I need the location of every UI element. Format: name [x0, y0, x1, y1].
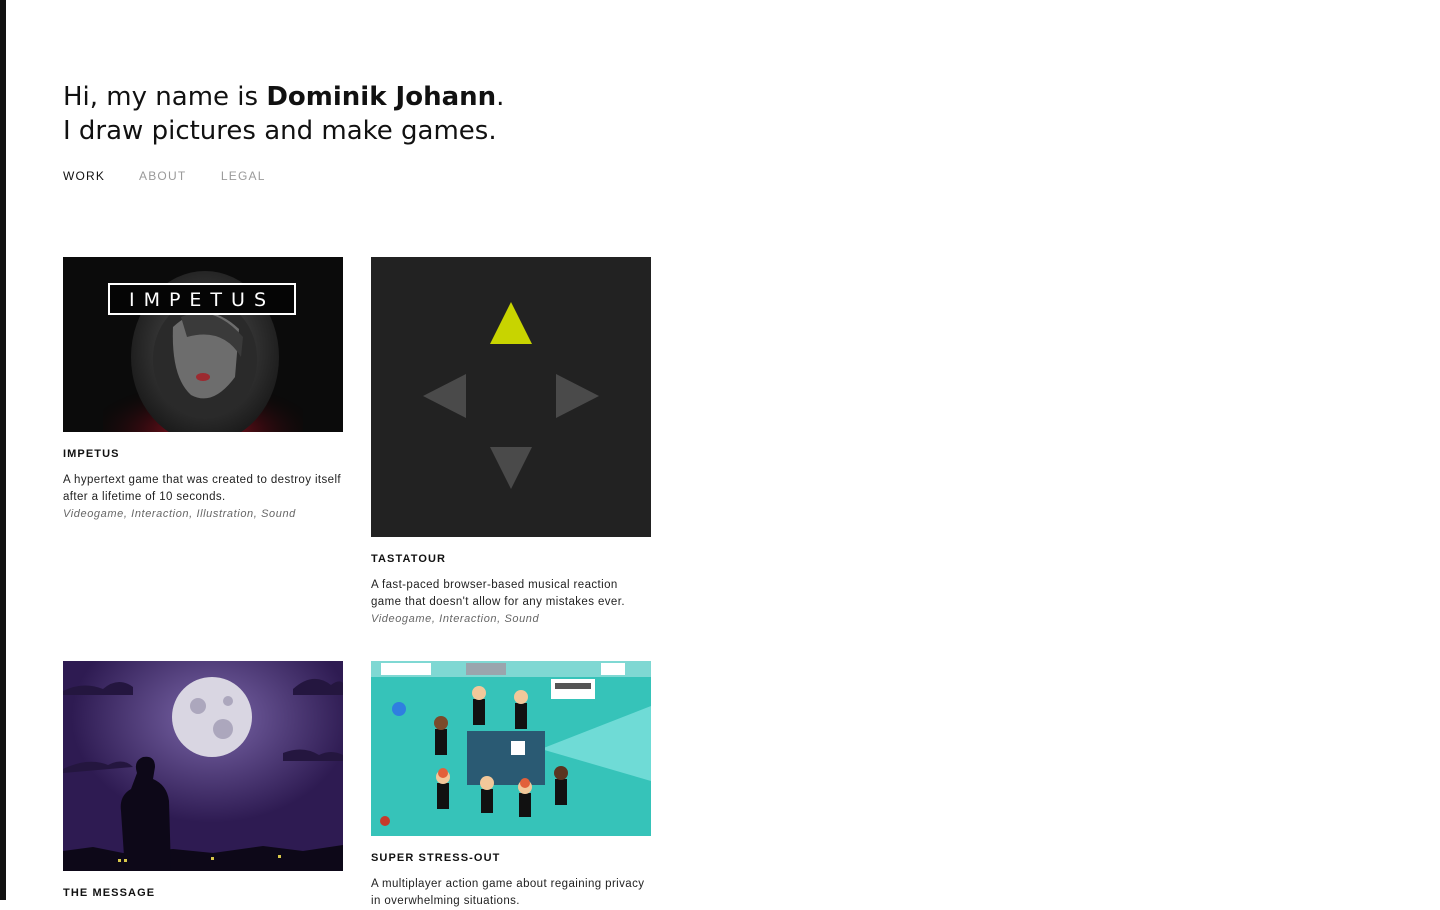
project-description: A fast-paced browser-based musical react…: [371, 579, 625, 608]
project-description: A multiplayer action game about regainin…: [371, 878, 645, 907]
super-stress-out-thumbnail[interactable]: [371, 661, 651, 836]
project-card-the-message[interactable]: THE MESSAGE: [63, 661, 343, 899]
nav-legal-link[interactable]: LEGAL: [221, 169, 266, 183]
nav-work-link[interactable]: WORK: [63, 169, 105, 183]
intro-line-1: Hi, my name is Dominik Johann.: [63, 82, 505, 112]
tastatour-thumbnail[interactable]: [371, 257, 651, 537]
project-card-tastatour[interactable]: TASTATOUR A fast-paced browser-based mus…: [371, 257, 651, 625]
project-title[interactable]: TASTATOUR: [371, 553, 651, 565]
author-name: Dominik Johann: [266, 82, 497, 112]
project-tags: Videogame, Interaction, Sound: [371, 613, 540, 625]
project-title[interactable]: THE MESSAGE: [63, 887, 343, 899]
left-edge-bar: [0, 0, 6, 900]
nav-about-link[interactable]: ABOUT: [139, 169, 186, 183]
main-nav: WORK ABOUT LEGAL: [63, 169, 296, 183]
impetus-logo-text: IMPETUS: [129, 289, 275, 311]
the-message-thumbnail[interactable]: [63, 661, 343, 871]
project-card-super-stress-out[interactable]: SUPER STRESS-OUT A multiplayer action ga…: [371, 661, 651, 910]
impetus-thumbnail[interactable]: IMPETUS: [63, 257, 343, 432]
project-card-impetus[interactable]: IMPETUS IMPETUS A hypertext game that wa…: [63, 257, 343, 520]
project-tags: Videogame, Interaction, Illustration, So…: [63, 508, 296, 520]
moon-icon: [172, 677, 252, 757]
project-title[interactable]: SUPER STRESS-OUT: [371, 852, 651, 864]
intro-heading: Hi, my name is Dominik Johann. I draw pi…: [63, 80, 504, 148]
project-description: A hypertext game that was created to des…: [63, 474, 342, 503]
intro-line-2: I draw pictures and make games.: [63, 116, 497, 146]
project-title[interactable]: IMPETUS: [63, 448, 343, 460]
